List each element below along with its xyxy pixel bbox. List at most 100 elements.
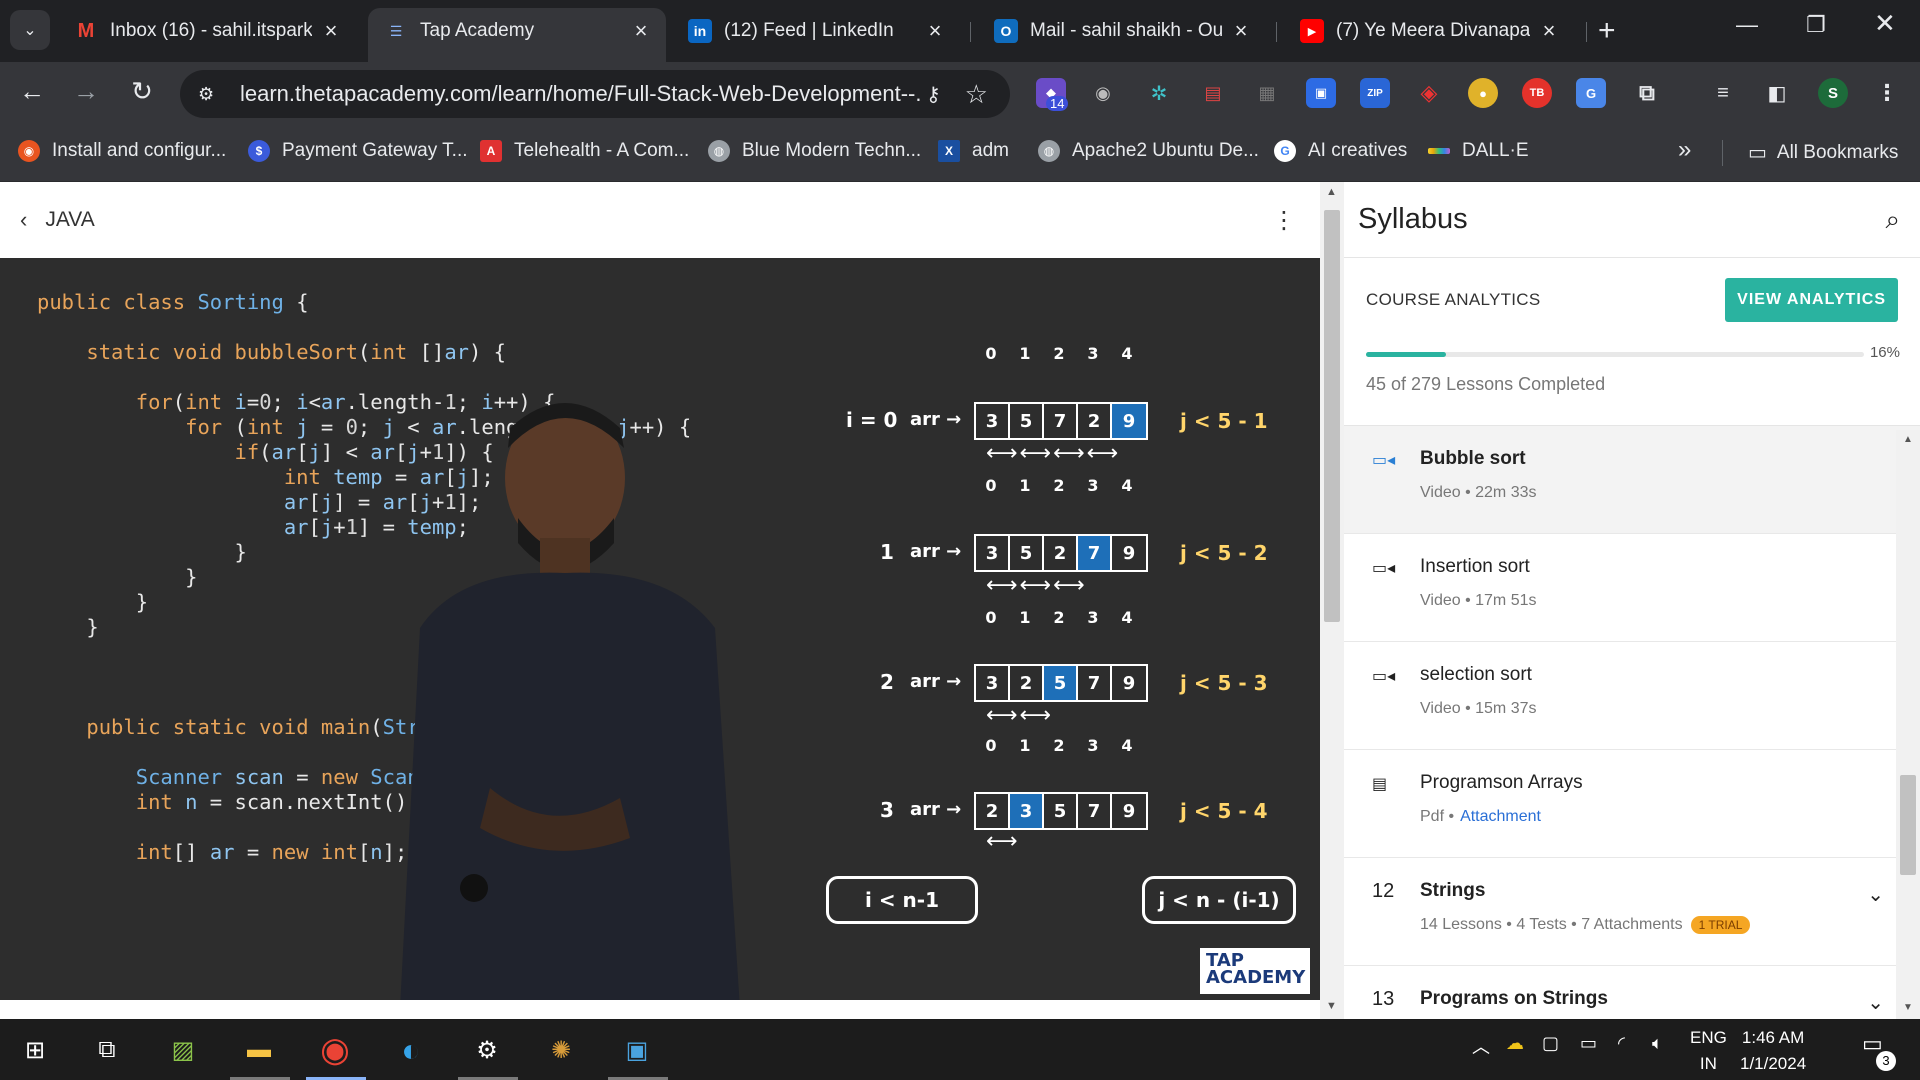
lesson-item-selection-sort[interactable]: ▭◂ selection sort Video • 15m 37s: [1344, 642, 1920, 750]
course-menu-kebab-icon[interactable]: ⋮: [1272, 206, 1296, 235]
settings-gear-icon[interactable]: ⚙: [466, 1029, 508, 1071]
tray-app-icon[interactable]: ▢: [1542, 1033, 1559, 1054]
bookmark-item[interactable]: A Telehealth - A Com...: [480, 140, 689, 162]
bookmark-item[interactable]: DALL·E: [1428, 140, 1529, 162]
swap-arrows: ⟷⟷⟷⟷: [986, 440, 1121, 465]
scrollbar-thumb[interactable]: [1324, 210, 1340, 622]
view-analytics-button[interactable]: VIEW ANALYTICS: [1725, 278, 1898, 322]
lesson-item-insertion-sort[interactable]: ▭◂ Insertion sort Video • 17m 51s: [1344, 534, 1920, 642]
bookmark-item[interactable]: G AI creatives: [1274, 140, 1407, 162]
row-label: i = 0: [846, 408, 898, 432]
chevron-down-icon[interactable]: ⌄: [1867, 990, 1884, 1015]
bookmark-item[interactable]: ◍ Apache2 Ubuntu De...: [1038, 140, 1259, 162]
attachment-link[interactable]: Attachment: [1460, 808, 1541, 825]
swap-arrows: ⟷: [986, 828, 1020, 853]
bookmark-item[interactable]: ◉ Install and configur...: [18, 140, 226, 162]
trial-badge: 1 TRIAL: [1690, 916, 1751, 934]
bookmarks-bar: ◉ Install and configur... $ Payment Gatewa…: [0, 126, 1920, 182]
close-tab-icon[interactable]: ×: [1230, 18, 1252, 44]
back-button[interactable]: ←: [14, 76, 50, 107]
bookmark-item[interactable]: Xadm: [938, 140, 1009, 162]
extensions-puzzle-icon[interactable]: ⧉: [1632, 78, 1662, 108]
eye-extension-icon[interactable]: ◈: [1414, 78, 1444, 108]
menu-kebab-icon[interactable]: ⋮: [1872, 78, 1902, 108]
document-icon: ▤: [1372, 776, 1388, 793]
video-player[interactable]: public class Sorting { static void bubbl…: [0, 258, 1320, 1000]
windows-start-icon[interactable]: ⊞: [14, 1029, 56, 1071]
more-bookmarks-icon[interactable]: »: [1678, 136, 1691, 164]
payment-icon: $: [248, 140, 270, 162]
close-window-button[interactable]: ✕: [1874, 8, 1896, 39]
search-icon[interactable]: ⌕: [1885, 204, 1900, 236]
all-bookmarks-button[interactable]: ▭ All Bookmarks: [1748, 140, 1898, 165]
grid-extension-icon[interactable]: ▦: [1252, 78, 1282, 108]
arrow-right-icon: →: [73, 76, 99, 106]
translate-extension-icon[interactable]: G: [1576, 78, 1606, 108]
new-tab-button[interactable]: +: [1598, 14, 1616, 48]
file-explorer-icon[interactable]: ▬: [238, 1029, 280, 1071]
reload-button[interactable]: ↻: [124, 76, 160, 107]
screen-extension-icon[interactable]: ▣: [1306, 78, 1336, 108]
volume-icon[interactable]: 🔈︎: [1652, 1033, 1663, 1054]
scrollbar-thumb[interactable]: [1900, 775, 1916, 875]
zip-extension-icon[interactable]: ZIP: [1360, 78, 1390, 108]
tab-tap-academy[interactable]: ☰ Tap Academy ×: [368, 8, 666, 62]
linkedin-icon: in: [688, 19, 712, 43]
profile-avatar[interactable]: S: [1818, 78, 1848, 108]
lesson-item-programs-on-arrays[interactable]: ▤ Programson Arrays Pdf • Attachment: [1344, 750, 1920, 858]
minimize-button[interactable]: —: [1736, 12, 1758, 38]
section-strings[interactable]: 12 Strings 14 Lessons • 4 Tests • 7 Atta…: [1344, 858, 1920, 966]
control-panel-icon[interactable]: ▣: [616, 1029, 658, 1071]
tab-youtube[interactable]: ▶ (7) Ye Meera Divanapan H ×: [1284, 8, 1574, 54]
chrome-icon[interactable]: ◉: [314, 1029, 356, 1071]
task-view-icon[interactable]: ⧉: [86, 1029, 128, 1071]
row-label: 3: [880, 798, 894, 822]
password-key-icon[interactable]: ⚷: [926, 82, 941, 107]
reading-list-icon[interactable]: ≡: [1708, 78, 1738, 108]
close-tab-icon[interactable]: ×: [924, 18, 946, 44]
telehealth-icon: A: [480, 140, 502, 162]
presenter-figure: [400, 403, 740, 1000]
bookmark-star-icon[interactable]: ☆: [965, 79, 988, 110]
chevron-left-icon[interactable]: ‹: [20, 207, 27, 233]
site-settings-icon[interactable]: ⚙: [198, 84, 222, 105]
tab-linkedin[interactable]: in (12) Feed | LinkedIn ×: [672, 8, 960, 54]
tab-search-button[interactable]: ⌄: [10, 10, 50, 50]
notepad-app-icon[interactable]: ▨: [162, 1029, 204, 1071]
edge-icon[interactable]: ◐: [390, 1029, 432, 1071]
forward-button[interactable]: →: [68, 76, 104, 107]
clock[interactable]: 1:46 AM 1/1/2024: [1740, 1025, 1806, 1077]
camera-extension-icon[interactable]: ◉: [1088, 78, 1118, 108]
coin-extension-icon[interactable]: ●: [1468, 78, 1498, 108]
tab-gmail[interactable]: M Inbox (16) - sahil.itspark@ ×: [58, 8, 356, 54]
tray-overflow-icon[interactable]: ︿: [1472, 1033, 1490, 1059]
video-scrollbar[interactable]: ▲ ▼: [1320, 182, 1344, 1019]
pdf-extension-icon[interactable]: ▤: [1198, 78, 1228, 108]
close-tab-icon[interactable]: ×: [630, 18, 652, 44]
bookmark-item[interactable]: ◍ Blue Modern Techn...: [708, 140, 921, 162]
bookmark-item[interactable]: $ Payment Gateway T...: [248, 140, 468, 162]
close-tab-icon[interactable]: ×: [320, 18, 342, 44]
lessons-completed: 45 of 279 Lessons Completed: [1366, 374, 1606, 394]
dalle-icon: [1428, 148, 1450, 154]
restore-button[interactable]: ❐: [1806, 12, 1826, 38]
tb-extension-icon[interactable]: TB: [1522, 78, 1552, 108]
onedrive-icon[interactable]: ☁: [1506, 1033, 1524, 1054]
tab-outlook[interactable]: O Mail - sahil shaikh - Outlo ×: [978, 8, 1266, 54]
chevron-down-icon[interactable]: ⌄: [1867, 882, 1884, 907]
language-indicator[interactable]: ENG IN: [1690, 1025, 1727, 1077]
arrow-left-icon: ←: [19, 76, 45, 106]
syllabus-scrollbar[interactable]: ▲ ▼: [1896, 430, 1920, 1019]
app-gear-icon[interactable]: ✺: [540, 1029, 582, 1071]
section-programs-on-strings[interactable]: 13 Programs on Strings ⌄: [1344, 966, 1920, 1026]
plus-icon: +: [1598, 14, 1616, 47]
url-text[interactable]: learn.thetapacademy.com/learn/home/Full-…: [240, 81, 920, 107]
side-panel-icon[interactable]: ◧: [1762, 78, 1792, 108]
address-bar[interactable]: ⚙ learn.thetapacademy.com/learn/home/Ful…: [180, 70, 1010, 118]
course-back-link[interactable]: JAVA: [45, 208, 94, 232]
lesson-item-bubble-sort[interactable]: ▭◂ Bubble sort Video • 22m 33s: [1344, 426, 1920, 534]
wifi-icon[interactable]: ◜: [1618, 1033, 1625, 1054]
react-extension-icon[interactable]: ✲: [1144, 78, 1174, 108]
close-tab-icon[interactable]: ×: [1538, 18, 1560, 44]
battery-icon[interactable]: ▭: [1580, 1033, 1597, 1054]
